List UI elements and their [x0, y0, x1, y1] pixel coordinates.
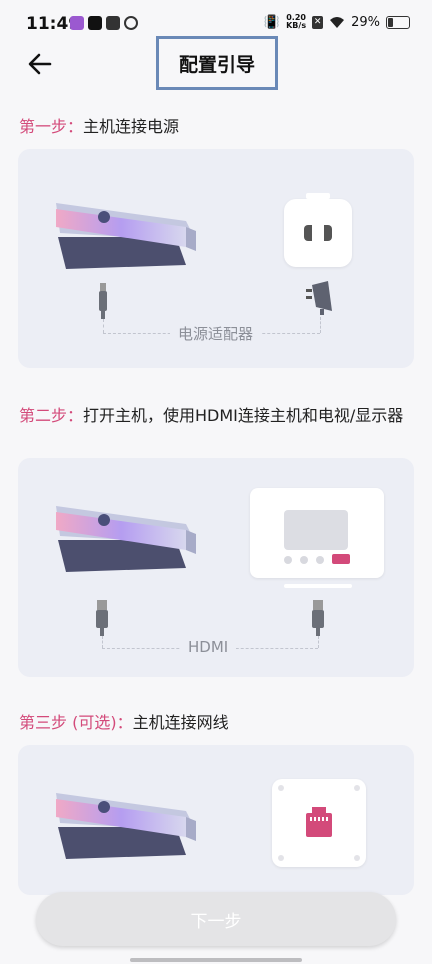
step-3-prefix: 第三步 (可选)：: [19, 713, 133, 732]
no-sim-icon: ✕: [312, 15, 324, 29]
ethernet-port-illustration: [272, 779, 366, 867]
link-icon: [124, 16, 138, 30]
step-1-prefix: 第一步：: [19, 117, 84, 136]
next-step-button[interactable]: 下一步: [36, 892, 396, 946]
status-right: 📳 0.20 KB/s ✕ 29%: [264, 14, 410, 30]
step-2-card: HDMI: [18, 458, 414, 677]
step-2-text: 打开主机，使用HDMI连接主机和电视/显示器: [83, 406, 404, 425]
step-2-prefix: 第二步：: [19, 406, 84, 425]
hdmi-label: HDMI: [180, 638, 237, 656]
camera-device-illustration: [56, 506, 196, 572]
step-3-label: 第三步 (可选)：主机连接网线: [19, 711, 229, 735]
wifi-icon: [330, 16, 345, 28]
app-notification-icon: [70, 16, 84, 30]
battery-percent: 29%: [351, 14, 380, 30]
step-2-label: 第二步：打开主机，使用HDMI连接主机和电视/显示器: [19, 404, 419, 428]
back-button[interactable]: [24, 48, 56, 80]
battery-icon: [386, 15, 410, 29]
step-1-card: 电源适配器: [18, 149, 414, 368]
power-outlet-illustration: [284, 193, 352, 267]
power-adapter-icon: [306, 281, 332, 315]
page-title: 配置引导: [156, 36, 278, 90]
camera-device-illustration: [56, 203, 196, 269]
step-1-label: 第一步：主机连接电源: [19, 115, 179, 139]
notification-icons: [70, 16, 138, 30]
hdmi-plug-icon-right: [312, 600, 324, 636]
hdmi-plug-icon: [96, 600, 108, 636]
net-speed: 0.20 KB/s: [286, 13, 307, 30]
arrow-left-icon: [28, 53, 52, 75]
power-adapter-label: 电源适配器: [170, 323, 262, 344]
tiktok-icon: [88, 16, 102, 30]
tv-illustration: [250, 488, 384, 578]
usb-plug-icon: [99, 283, 107, 319]
message-icon: [106, 16, 120, 30]
step-3-text: 主机连接网线: [132, 713, 229, 732]
step-1-text: 主机连接电源: [83, 117, 180, 136]
step-3-card: [18, 745, 414, 895]
camera-device-illustration: [56, 793, 196, 859]
home-indicator[interactable]: [130, 958, 302, 962]
vibrate-icon: 📳: [263, 14, 281, 30]
